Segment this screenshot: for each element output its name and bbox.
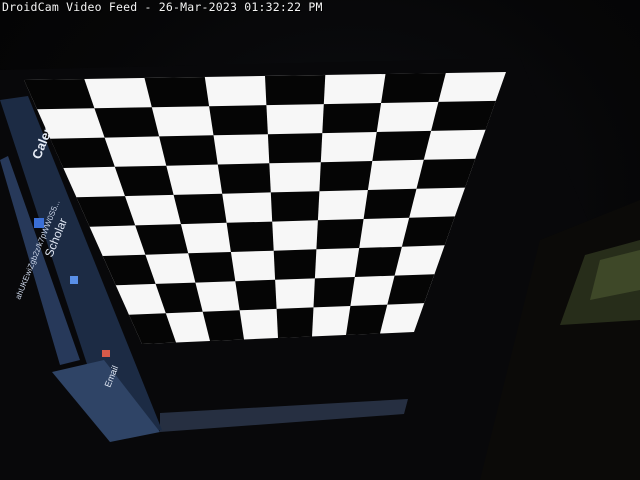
board-dark-square	[50, 137, 115, 168]
board-dark-square	[114, 165, 174, 197]
board-dark-square	[316, 219, 364, 250]
board-dark-square	[202, 310, 244, 341]
board-dark-square	[431, 100, 496, 131]
checkerboard	[24, 72, 506, 344]
board-dark-square	[354, 246, 402, 277]
board-dark-square	[381, 73, 446, 103]
board-dark-square	[322, 103, 382, 134]
board-dark-square	[267, 133, 323, 164]
board-dark-square	[159, 135, 218, 166]
board-dark-square	[401, 216, 455, 247]
board-dark-square	[372, 130, 432, 161]
feed-title-overlay: DroidCam Video Feed - 26-Mar-2023 01:32:…	[2, 0, 323, 14]
board-dark-square	[226, 221, 274, 252]
board-dark-square	[276, 307, 314, 338]
board-dark-square	[387, 274, 435, 305]
board-dark-square	[76, 196, 136, 227]
board-dark-square	[270, 191, 320, 222]
board-dark-square	[94, 107, 160, 138]
board-dark-square	[416, 158, 476, 189]
board-dark-square	[24, 79, 95, 110]
board-dark-square	[217, 163, 271, 194]
board-dark-square	[209, 105, 268, 136]
board-dark-square	[319, 161, 373, 192]
board-dark-square	[144, 77, 210, 108]
board-dark-square	[235, 279, 277, 311]
board-dark-square	[363, 188, 417, 219]
board-dark-square	[273, 249, 317, 280]
camera-feed: Calendar Scholar Email ahUKEwiZgb2z/k7pW…	[0, 0, 640, 480]
board-dark-square	[313, 277, 355, 308]
board-dark-square	[265, 75, 326, 106]
board-dark-square	[188, 252, 236, 283]
board-dark-square	[173, 193, 227, 225]
